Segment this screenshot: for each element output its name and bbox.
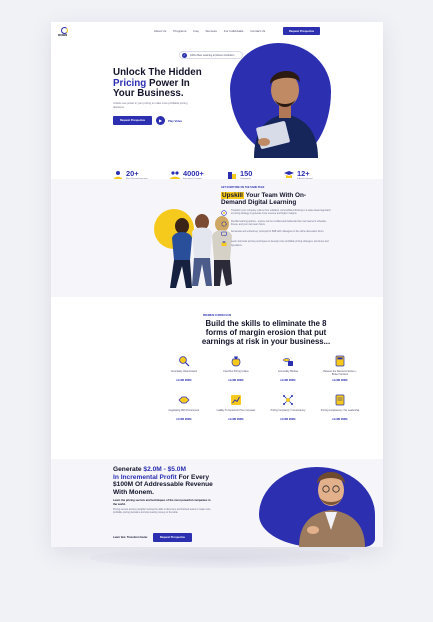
check-icon: ✓ <box>182 52 187 58</box>
tools-icon <box>221 241 227 247</box>
money-bag-icon <box>231 356 241 367</box>
hero-badge: ✓ 1000+ Best Learning at Monem Instituti… <box>179 51 243 59</box>
skill-tile: Pricing Complacency / No Leadership LEAR… <box>314 394 366 421</box>
learn-more-link[interactable]: LEARN MORE <box>280 380 295 382</box>
skill-tile-title: Commodity Mindset <box>277 371 299 373</box>
skills-grid: Uncertainty Value Erosion LEARN MORE Cos… <box>158 355 368 421</box>
page-shadow <box>90 548 350 568</box>
cta-body: Pricing secrets and key insights! Gettin… <box>113 509 211 515</box>
feature-text: Learn vital tools and key techniques to … <box>231 241 329 247</box>
feature-item: Learn vital tools and key techniques to … <box>221 241 331 247</box>
hero-title-highlight: Pricing <box>113 77 147 89</box>
logo-mark-icon <box>61 27 68 34</box>
skill-tile: Cost-Plus Pricing Culture LEARN MORE <box>210 355 262 382</box>
skill-tile-title: Uncertainty Value Erosion <box>170 371 198 373</box>
learn-more-link[interactable]: LEARN MORE <box>228 380 243 382</box>
skill-tile: Between the Discounts Sucker + Broker Se… <box>314 355 366 382</box>
document-icon <box>335 394 345 406</box>
calculator-icon <box>335 355 345 367</box>
network-icon <box>283 395 293 405</box>
hero-title-line3: Your Business. <box>113 88 184 99</box>
skill-tile-title: Between the Discounts Sucker + Broker Se… <box>323 371 357 376</box>
nav-link-about[interactable]: About Us <box>154 29 166 33</box>
play-icon: ▶ <box>156 116 165 125</box>
skill-tile: Commodity Mindset LEARN MORE <box>262 355 314 382</box>
stat-number: 12+ <box>297 169 310 178</box>
logo-text: MONEM <box>58 34 68 37</box>
learn-more-link[interactable]: LEARN MORE <box>176 419 191 421</box>
upskill-title: Upskill Your Team With On-Demand Digital… <box>221 192 331 207</box>
cta-subtitle: Learn the pricing secrets and techniques… <box>113 499 211 506</box>
skill-tile-title: Cost-Plus Pricing Culture <box>223 371 249 373</box>
hero-title-line1: Unlock The Hidden <box>113 67 202 78</box>
main-nav: About Us Programs Faq Success For Indivi… <box>154 29 265 33</box>
hero-title: Unlock The Hidden Pricing Power In Your … <box>113 67 233 100</box>
request-prospectus-button[interactable]: Request Prospectus <box>283 27 320 35</box>
feature-text: Transform your company culture from outd… <box>231 210 331 216</box>
learn-more-link[interactable]: LEARN MORE <box>280 419 295 421</box>
nav-link-programs[interactable]: Programs <box>173 29 186 33</box>
gear-icon <box>221 220 227 227</box>
hero-subtitle: Unlock new power in your pricing to make… <box>113 102 188 109</box>
hero-title-line2: Power In <box>146 77 190 89</box>
skill-tile: Inability To Implement Price Increases L… <box>210 394 262 421</box>
skill-tile-title: Pricing Complexity / Inconsistency <box>270 410 306 412</box>
feature-text: Accelerate and embed key concepts for B2… <box>231 231 325 234</box>
skills-title: Build the skills to eliminate the 8 form… <box>201 319 331 346</box>
hero-badge-text: 1000+ Best Learning at Monem Institution <box>190 53 235 57</box>
cta-action-row: Learn fast. Transform faster. Request Pr… <box>113 533 192 542</box>
chat-icon <box>221 231 227 237</box>
cta-title-line1: Generate <box>113 466 144 473</box>
skill-tile: Uncertainty Value Erosion LEARN MORE <box>158 355 210 382</box>
magnifier-icon <box>179 356 190 367</box>
logo[interactable]: MONEM <box>58 27 74 37</box>
cta-person-image <box>299 472 365 547</box>
landing-page-screenshot: MONEM About Us Programs Faq Success For … <box>51 22 383 547</box>
cta-title-highlight-profit: In Incremental Profit <box>113 473 177 481</box>
cta-title-highlight-amount: $2.0M - $5.0M <box>143 466 186 473</box>
learn-more-link[interactable]: LEARN MORE <box>332 419 347 421</box>
site-header: MONEM About Us Programs Faq Success For … <box>51 22 383 42</box>
skill-tile-title: Pricing Complacency / No Leadership <box>320 410 360 412</box>
feature-item: Transform your company culture from outd… <box>221 210 331 216</box>
skill-tile: Negotiating With Procurement LEARN MORE <box>158 394 210 421</box>
hero-person-image <box>254 70 318 158</box>
play-video-label: Play Video <box>168 118 183 123</box>
culture-icon <box>221 210 227 216</box>
skill-tile: Pricing Complexity / Inconsistency LEARN… <box>262 394 314 421</box>
cta-request-prospectus-button[interactable]: Request Prospectus <box>152 533 192 542</box>
feature-text: Flexible learning options - anyone can b… <box>231 220 328 226</box>
stat-number: 150 <box>240 169 253 178</box>
nav-link-success[interactable]: Success <box>206 29 217 33</box>
stat-number: 20+ <box>126 169 139 178</box>
play-video-button[interactable]: ▶ Play Video <box>156 116 182 125</box>
stat-number: 4000+ <box>183 169 204 178</box>
handshake-icon <box>178 396 190 404</box>
learn-more-link[interactable]: LEARN MORE <box>332 380 347 382</box>
upskill-kicker: GET EVERYONE ON THE SAME PAGE <box>221 186 265 189</box>
upskill-title-highlight: Upskill <box>221 192 244 199</box>
nav-link-faq[interactable]: Faq <box>193 29 198 33</box>
cta-lead-text: Learn fast. Transform faster. <box>113 536 148 539</box>
cta-title: Generate $2.0M - $5.0M In Incremental Pr… <box>113 466 223 496</box>
coins-icon <box>283 358 293 366</box>
feature-item: Flexible learning options - anyone can b… <box>221 221 331 227</box>
skill-tile-title: Negotiating With Procurement <box>168 410 200 412</box>
skill-tile-title: Inability To Implement Price Increases <box>216 410 256 412</box>
learn-more-link[interactable]: LEARN MORE <box>228 419 243 421</box>
feature-list: Transform your company culture from outd… <box>221 210 331 252</box>
hero-request-prospectus-button[interactable]: Request Prospectus <box>113 116 152 125</box>
growth-chart-icon <box>231 395 241 405</box>
nav-link-contact[interactable]: Contact Us <box>250 29 265 33</box>
feature-item: Accelerate and embed key concepts for B2… <box>221 231 331 237</box>
learn-more-link[interactable]: LEARN MORE <box>176 380 191 382</box>
skills-kicker: PREMIUM CURRICULUM <box>202 314 232 317</box>
nav-link-individuals[interactable]: For Individuals <box>224 29 244 33</box>
